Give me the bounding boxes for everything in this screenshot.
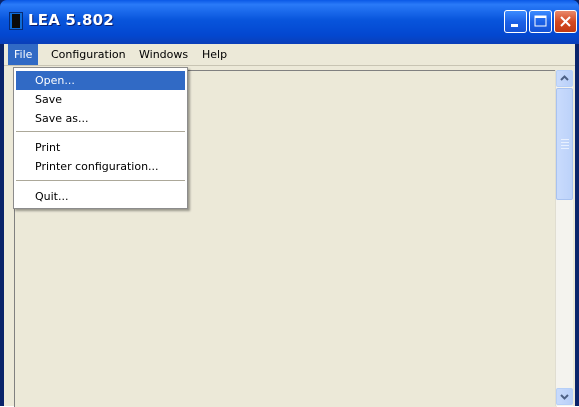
menu-item-open[interactable]: Open... [16,71,185,90]
maximize-button[interactable] [529,10,552,33]
menu-item-save-as[interactable]: Save as... [16,109,185,128]
vertical-scrollbar[interactable] [555,70,573,406]
close-icon [560,16,571,27]
minimize-button[interactable] [504,10,527,33]
window-title: LEA 5.802 [28,11,114,29]
maximize-icon [534,15,547,27]
file-menu-dropdown: Open... Save Save as... Print Printer co… [13,67,188,209]
menu-item-printer-configuration[interactable]: Printer configuration... [16,157,185,176]
menu-item-quit[interactable]: Quit... [16,187,185,206]
menu-help[interactable]: Help [196,44,233,65]
menu-windows[interactable]: Windows [133,44,194,65]
scroll-down-button[interactable] [556,388,573,405]
menu-bar: File Configuration Windows Help [4,44,575,66]
menu-file[interactable]: File [8,44,39,65]
menu-separator [16,131,185,132]
menu-configuration[interactable]: Configuration [45,44,132,65]
app-window: LEA 5.802 File Configuration Windows Hel… [0,0,579,407]
minimize-icon [511,24,518,27]
title-bar[interactable]: LEA 5.802 [0,0,579,44]
menu-item-save[interactable]: Save [16,90,185,109]
close-button[interactable] [554,10,577,33]
menu-separator [16,180,185,181]
app-icon[interactable] [9,12,23,30]
scroll-up-button[interactable] [556,70,573,87]
chevron-down-icon [560,394,569,400]
chevron-up-icon [560,75,569,81]
menu-item-print[interactable]: Print [16,138,185,157]
scroll-thumb[interactable] [556,88,573,200]
